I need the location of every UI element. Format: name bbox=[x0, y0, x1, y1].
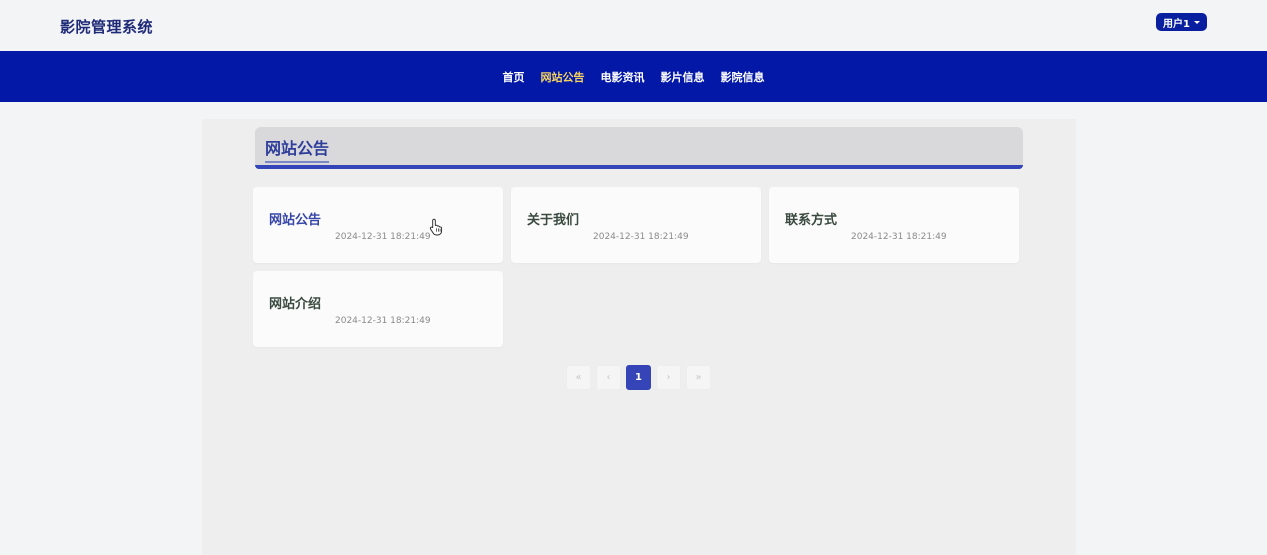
list-item[interactable]: 网站公告 2024-12-31 18:21:49 bbox=[253, 187, 503, 263]
page-first-button[interactable]: « bbox=[566, 365, 591, 390]
page-number-button[interactable]: 1 bbox=[626, 365, 651, 390]
card-date: 2024-12-31 18:21:49 bbox=[851, 232, 947, 242]
main-nav: 首页 网站公告 电影资讯 影片信息 影院信息 bbox=[0, 51, 1267, 102]
card-title: 网站公告 bbox=[269, 213, 322, 228]
pagination: « ‹ 1 › » bbox=[566, 365, 711, 390]
user-menu-label: 用户1 bbox=[1163, 18, 1190, 30]
list-item[interactable]: 网站介绍 2024-12-31 18:21:49 bbox=[253, 271, 503, 347]
list-item[interactable]: 联系方式 2024-12-31 18:21:49 bbox=[769, 187, 1019, 263]
page-prev-button[interactable]: ‹ bbox=[596, 365, 621, 390]
nav-item-film-info[interactable]: 影片信息 bbox=[661, 69, 705, 85]
hand-cursor-icon bbox=[429, 218, 443, 236]
caret-down-icon bbox=[1193, 20, 1200, 24]
user-menu-button[interactable]: 用户1 bbox=[1156, 13, 1207, 31]
nav-item-movie-news[interactable]: 电影资讯 bbox=[601, 69, 645, 85]
page-last-button[interactable]: » bbox=[686, 365, 711, 390]
card-title: 网站介绍 bbox=[269, 297, 322, 312]
card-title: 联系方式 bbox=[785, 213, 838, 228]
nav-item-home[interactable]: 首页 bbox=[503, 69, 525, 85]
page-next-button[interactable]: › bbox=[656, 365, 681, 390]
site-brand[interactable]: 影院管理系统 bbox=[60, 16, 153, 37]
card-date: 2024-12-31 18:21:49 bbox=[335, 232, 431, 242]
card-date: 2024-12-31 18:21:49 bbox=[593, 232, 689, 242]
top-bar: 影院管理系统 用户1 bbox=[0, 0, 1267, 51]
nav-item-cinema-info[interactable]: 影院信息 bbox=[721, 69, 765, 85]
card-date: 2024-12-31 18:21:49 bbox=[335, 316, 431, 326]
section-title: 网站公告 bbox=[265, 135, 330, 163]
list-item[interactable]: 关于我们 2024-12-31 18:21:49 bbox=[511, 187, 761, 263]
nav-item-announcements[interactable]: 网站公告 bbox=[541, 69, 585, 85]
card-title: 关于我们 bbox=[527, 213, 580, 228]
section-header: 网站公告 bbox=[255, 127, 1023, 169]
